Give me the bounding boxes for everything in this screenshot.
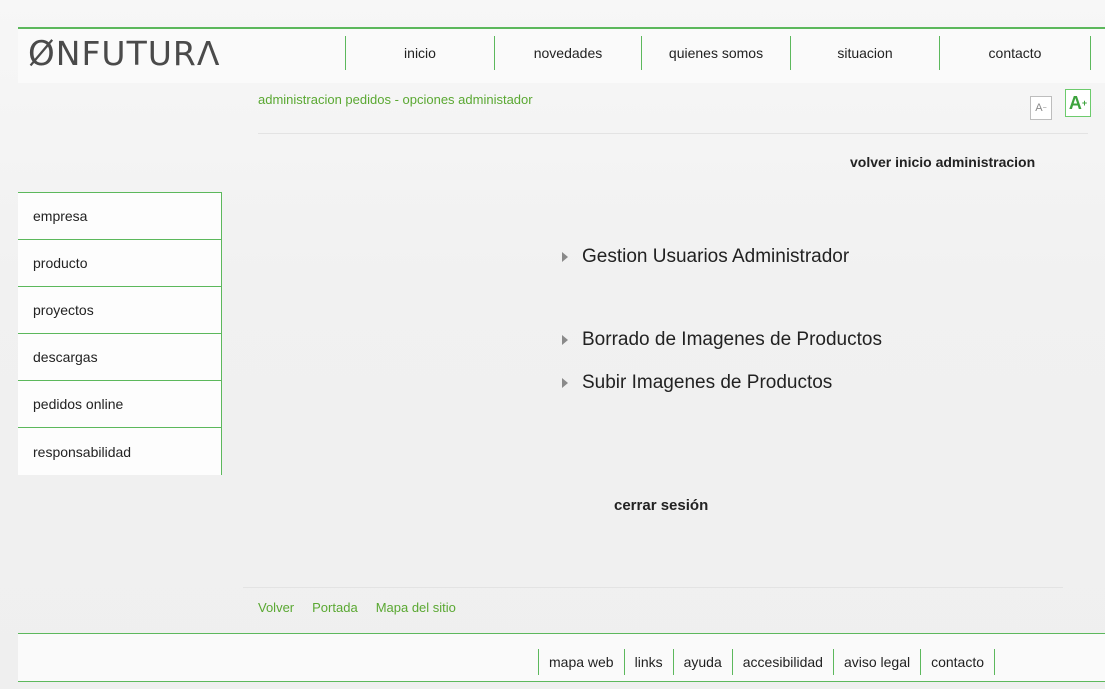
- sidebar-item-empresa[interactable]: empresa: [18, 192, 222, 239]
- site-logo[interactable]: ØNFUTURΛ: [28, 34, 220, 74]
- sidebar: empresa producto proyectos descargas ped…: [18, 192, 222, 475]
- font-increase-button[interactable]: A +: [1065, 89, 1091, 117]
- sidebar-item-proyectos[interactable]: proyectos: [18, 286, 222, 333]
- plus-icon: +: [1081, 98, 1088, 108]
- logo-text: NFUTURΛ: [55, 34, 221, 73]
- nav-item-inicio[interactable]: inicio: [345, 36, 494, 70]
- font-decrease-icon: A: [1035, 102, 1043, 114]
- footer-link-portada[interactable]: Portada: [312, 600, 358, 615]
- bottom-nav-ayuda[interactable]: ayuda: [672, 649, 732, 675]
- minus-icon: −: [1042, 104, 1047, 112]
- link-label: Borrado de Imagenes de Productos: [582, 329, 882, 350]
- bottom-nav: mapa web links ayuda accesibilidad aviso…: [538, 649, 996, 675]
- delete-product-images-link[interactable]: Borrado de Imagenes de Productos: [562, 329, 882, 351]
- bottom-nav-contacto[interactable]: contacto: [920, 649, 996, 675]
- sidebar-item-pedidos-online[interactable]: pedidos online: [18, 380, 222, 427]
- back-to-admin-home-link[interactable]: volver inicio administracion: [850, 154, 1035, 170]
- bottom-nav-aviso-legal[interactable]: aviso legal: [832, 649, 920, 675]
- nav-item-quienes-somos[interactable]: quienes somos: [641, 36, 790, 70]
- footer-link-volver[interactable]: Volver: [258, 600, 294, 615]
- logout-link[interactable]: cerrar sesión: [614, 497, 708, 514]
- footer-links: Volver Portada Mapa del sitio: [258, 600, 456, 615]
- footer-link-mapa-sitio[interactable]: Mapa del sitio: [376, 600, 456, 615]
- font-increase-icon: A: [1068, 92, 1082, 113]
- sidebar-item-producto[interactable]: producto: [18, 239, 222, 286]
- link-label: Gestion Usuarios Administrador: [582, 246, 850, 267]
- content-divider-top: [258, 133, 1088, 134]
- arrow-right-icon: [562, 252, 568, 262]
- sidebar-item-descargas[interactable]: descargas: [18, 333, 222, 380]
- font-decrease-button[interactable]: A −: [1030, 96, 1052, 120]
- arrow-right-icon: [562, 335, 568, 345]
- bottom-nav-accesibilidad[interactable]: accesibilidad: [731, 649, 833, 675]
- bottom-nav-links[interactable]: links: [623, 649, 673, 675]
- nav-item-situacion[interactable]: situacion: [790, 36, 939, 70]
- manage-admin-users-link[interactable]: Gestion Usuarios Administrador: [562, 246, 849, 268]
- footer-bottom-line: [18, 681, 1105, 682]
- arrow-right-icon: [562, 378, 568, 388]
- nav-item-novedades[interactable]: novedades: [494, 36, 641, 70]
- logo-symbol: Ø: [28, 34, 56, 74]
- main-nav: inicio novedades quienes somos situacion…: [345, 36, 1091, 70]
- nav-item-contacto[interactable]: contacto: [939, 36, 1091, 70]
- upload-product-images-link[interactable]: Subir Imagenes de Productos: [562, 372, 832, 394]
- bottom-nav-mapa-web[interactable]: mapa web: [538, 649, 624, 675]
- link-label: Subir Imagenes de Productos: [582, 372, 833, 393]
- breadcrumb: administracion pedidos - opciones admini…: [258, 92, 533, 107]
- sidebar-item-responsabilidad[interactable]: responsabilidad: [18, 427, 222, 475]
- content-divider-bottom: [243, 587, 1063, 588]
